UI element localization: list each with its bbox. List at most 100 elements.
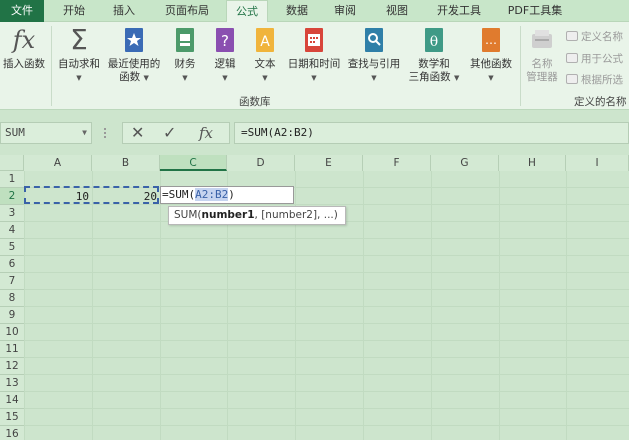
theta-book-icon: θ [425,28,443,52]
svg-text:…: … [485,33,497,47]
more-functions-button[interactable]: … 其他函数 ▼ [464,26,518,85]
row-header-6[interactable]: 6 [0,256,24,273]
grid-line [24,340,629,341]
insert-function-fx-icon[interactable]: fx [199,124,213,142]
ribbon-formulas: fx 插入函数 Σ 自动求和 ▼ 最近使用的 函数 ▼ 财务 ▼ ? 逻辑 ▼ A 文本… [0,22,629,110]
select-all-corner[interactable] [0,155,24,171]
enter-check-icon[interactable]: ✓ [163,124,176,142]
tab-formulas[interactable]: 公式 [226,0,268,23]
grid-line [24,289,629,290]
formula-prefix: =SUM( [162,188,196,201]
row-header-4[interactable]: 4 [0,222,24,239]
lookup-reference-button[interactable]: 查找与引用 ▼ [344,26,404,85]
row-header-1[interactable]: 1 [0,171,24,188]
column-header-b[interactable]: B [92,155,160,171]
row-header-8[interactable]: 8 [0,290,24,307]
column-header-c[interactable]: C [160,155,227,171]
row-header-15[interactable]: 15 [0,409,24,426]
math-trig-label2: 三角函数 [408,71,451,83]
defined-names-group-label: 定义的名称 [574,96,627,108]
tooltip-rest-args: , [number2], ...) [254,209,338,221]
more-functions-label: 其他函数 [470,58,512,70]
math-trig-button[interactable]: θ 数学和 三角函数 ▼ [405,26,463,85]
recently-used-button[interactable]: 最近使用的 函数 ▼ [106,26,162,85]
row-header-14[interactable]: 14 [0,392,24,409]
define-name-label: 定义名称 [581,31,623,43]
row-header-9[interactable]: 9 [0,307,24,324]
excel-window: 文件 开始 插入 页面布局 公式 数据 审阅 视图 开发工具 PDF工具集 fx… [0,0,629,440]
row-header-7[interactable]: 7 [0,273,24,290]
tab-review[interactable]: 审阅 [328,0,362,22]
column-header-d[interactable]: D [227,155,295,171]
name-manager-label2: 管理器 [526,71,558,83]
tab-data[interactable]: 数据 [280,0,314,22]
name-box-value: SUM [5,126,25,139]
svg-text:?: ? [221,32,229,50]
row-header-13[interactable]: 13 [0,375,24,392]
column-header-g[interactable]: G [431,155,499,171]
selection-grid-icon [566,74,578,84]
date-time-button[interactable]: 日期和时间 ▼ [285,26,343,85]
grid-line [24,425,629,426]
tab-developer[interactable]: 开发工具 [431,0,487,22]
name-manager-label: 名称 [531,58,553,70]
date-time-label: 日期和时间 [287,58,341,70]
math-trig-label: 数学和 [418,58,450,70]
calendar-book-icon [305,28,323,52]
more-book-icon: … [482,28,500,52]
tooltip-function-name: SUM( [174,209,202,221]
row-header-2[interactable]: 2 [0,188,24,205]
star-book-icon [125,28,143,52]
grid-line [24,272,629,273]
chevron-down-icon[interactable]: ▼ [82,123,87,143]
row-header-12[interactable]: 12 [0,358,24,375]
column-header-a[interactable]: A [24,155,92,171]
logical-label: 逻辑 [214,58,236,70]
create-from-selection-label: 根据所选 [581,74,623,86]
row-header-16[interactable]: 16 [0,426,24,440]
grid-line [24,391,629,392]
column-header-h[interactable]: H [499,155,566,171]
logical-button[interactable]: ? 逻辑 ▼ [206,26,244,85]
row-header-3[interactable]: 3 [0,205,24,222]
formula-input[interactable]: =SUM(A2:B2) [234,122,629,144]
use-in-formula-button[interactable]: 用于公式 [566,52,623,66]
grid-line [24,238,629,239]
tab-page-layout[interactable]: 页面布局 [157,0,217,22]
grid-line [24,374,629,375]
formula-bar: SUM ▼ ✕ ✓ fx =SUM(A2:B2) [0,120,629,146]
row-header-10[interactable]: 10 [0,324,24,341]
name-box[interactable]: SUM ▼ [0,122,92,144]
text-book-icon: A [256,28,274,52]
autosum-button[interactable]: Σ 自动求和 ▼ [54,26,104,85]
use-in-formula-label: 用于公式 [581,53,623,65]
formula-buttons: ✕ ✓ fx [122,122,230,144]
tab-home[interactable]: 开始 [56,0,92,22]
text-button[interactable]: A 文本 ▼ [246,26,284,85]
create-from-selection-button[interactable]: 根据所选 [566,73,623,87]
cancel-icon[interactable]: ✕ [131,124,144,142]
insert-function-button[interactable]: fx 插入函数 [0,26,48,71]
tooltip-current-arg[interactable]: number1 [202,209,255,221]
function-argument-tooltip: SUM(number1, [number2], ...) [168,206,346,225]
svg-text:A: A [260,34,270,50]
row-header-5[interactable]: 5 [0,239,24,256]
name-manager-icon [532,30,552,48]
name-manager-button[interactable]: 名称 管理器 [522,26,562,84]
tab-insert[interactable]: 插入 [106,0,142,22]
column-header-e[interactable]: E [295,155,363,171]
insert-function-label: 插入函数 [3,58,45,70]
cell-c2-editor[interactable]: =SUM(A2:B2) [160,186,294,204]
tab-pdf-tools[interactable]: PDF工具集 [500,0,570,22]
splitter-handle[interactable] [104,128,106,138]
tab-file[interactable]: 文件 [0,0,44,22]
column-header-i[interactable]: I [566,155,629,171]
column-header-f[interactable]: F [363,155,431,171]
text-label: 文本 [254,58,276,70]
financial-button[interactable]: 财务 ▼ [166,26,204,85]
row-header-11[interactable]: 11 [0,341,24,358]
define-name-button[interactable]: 定义名称 [566,30,623,44]
search-book-icon [365,28,383,52]
tab-view[interactable]: 视图 [380,0,414,22]
svg-text:θ: θ [430,34,438,50]
